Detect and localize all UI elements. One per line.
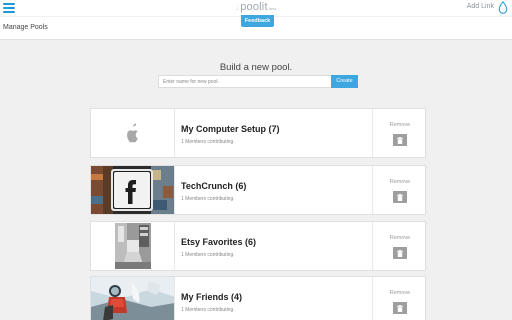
pool-thumbnail[interactable] (91, 277, 175, 320)
pool-card: My Friends (4) 1 Members contributing. R… (90, 276, 426, 320)
pool-name[interactable]: My Computer Setup (7) (181, 124, 280, 134)
pool-name[interactable]: Etsy Favorites (6) (181, 237, 256, 247)
remove-pool-button[interactable] (393, 134, 407, 146)
pool-members-count: 1 Members contributing. (181, 139, 235, 145)
trash-icon (397, 193, 403, 201)
pool-members-count: 1 Members contributing. (181, 252, 235, 258)
logo-beta: beta (268, 6, 277, 11)
pool-actions: Remove (372, 277, 426, 320)
pool-name[interactable]: TechCrunch (6) (181, 181, 246, 191)
add-link-button[interactable]: Add Link (467, 3, 494, 10)
remove-label: Remove (389, 179, 411, 185)
pool-actions: Remove (372, 109, 426, 157)
trash-icon (397, 136, 403, 144)
remove-label: Remove (389, 290, 411, 296)
remove-label: Remove (389, 235, 411, 241)
pool-actions: Remove (372, 222, 426, 270)
pool-members-count: 1 Members contributing. (181, 196, 235, 202)
feedback-button[interactable]: Feedback (241, 15, 274, 27)
trash-icon (397, 304, 403, 312)
pool-thumbnail[interactable] (91, 109, 175, 157)
pool-thumbnail[interactable] (91, 166, 175, 214)
logo[interactable]: 💧︎ poolit beta (236, 1, 277, 13)
hamburger-menu-icon[interactable] (3, 3, 15, 13)
top-bar: 💧︎ poolit beta Add Link (0, 0, 512, 16)
water-drop-icon[interactable] (498, 1, 508, 14)
pool-actions: Remove (372, 166, 426, 214)
create-pool-button[interactable]: Create (331, 75, 358, 88)
page-title: Manage Pools (3, 24, 48, 31)
apple-icon (91, 109, 174, 157)
trash-icon (397, 249, 403, 257)
skier-photo (91, 277, 174, 320)
new-pool-name-input[interactable] (158, 75, 332, 88)
remove-pool-button[interactable] (393, 191, 407, 203)
pool-thumbnail[interactable] (91, 222, 175, 270)
build-pool-title: Build a new pool. (219, 62, 293, 73)
pool-card: TechCrunch (6) 1 Members contributing. R… (90, 165, 426, 215)
remove-label: Remove (389, 122, 411, 128)
pool-name[interactable]: My Friends (4) (181, 292, 242, 302)
logo-text: poolit (240, 1, 268, 13)
facebook-icon-photo (91, 166, 174, 214)
remove-pool-button[interactable] (393, 247, 407, 259)
remove-pool-button[interactable] (393, 302, 407, 314)
pool-card: Etsy Favorites (6) 1 Members contributin… (90, 221, 426, 271)
pool-card: My Computer Setup (7) 1 Members contribu… (90, 108, 426, 158)
interior-photo (91, 222, 174, 270)
logo-drop-icon: 💧︎ (236, 3, 240, 12)
pool-members-count: 1 Members contributing. (181, 307, 235, 313)
